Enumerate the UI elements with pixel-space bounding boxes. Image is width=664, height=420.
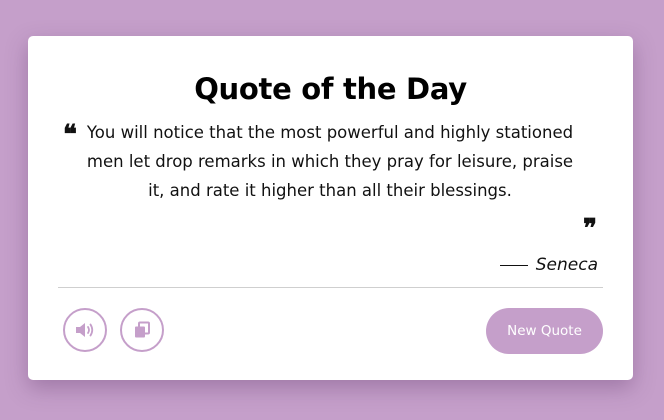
divider bbox=[58, 287, 603, 288]
copy-button[interactable] bbox=[120, 308, 164, 352]
quote-open-icon: ❝ bbox=[63, 120, 77, 150]
author-name: Seneca bbox=[535, 255, 598, 275]
copy-icon bbox=[133, 321, 151, 339]
volume-icon bbox=[75, 321, 95, 339]
speak-button[interactable] bbox=[63, 308, 107, 352]
quote-text: You will notice that the most powerful a… bbox=[86, 123, 574, 200]
new-quote-button[interactable]: New Quote bbox=[486, 308, 603, 354]
quote-close-icon: ❞ bbox=[583, 214, 597, 244]
author-dash bbox=[499, 264, 528, 266]
quote-card: Quote of the Day ❝ You will notice that … bbox=[28, 36, 633, 380]
author-line: Seneca bbox=[499, 255, 598, 275]
page-title: Quote of the Day bbox=[194, 72, 467, 106]
